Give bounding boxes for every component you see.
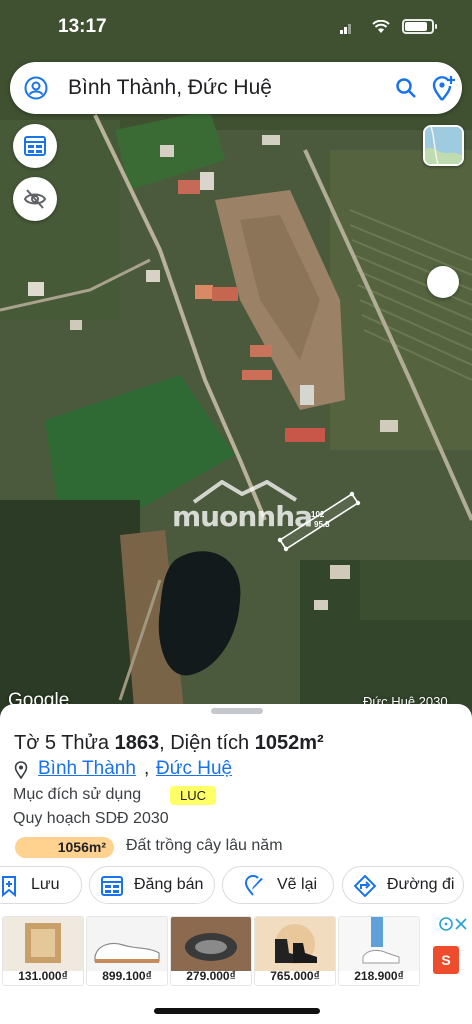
calendar-icon	[24, 136, 46, 156]
parcel-number: 1863	[114, 732, 160, 754]
home-indicator	[154, 1008, 320, 1014]
plan-land-type: Đất trồng cây lâu năm	[126, 837, 283, 854]
ad-item[interactable]: 765.000₫	[254, 916, 336, 986]
ad-choices-icon[interactable]	[438, 916, 468, 932]
ad-item[interactable]: 279.000₫	[170, 916, 252, 986]
listing-icon	[101, 876, 123, 896]
directions-icon	[354, 875, 376, 897]
location-separator: ,	[144, 758, 150, 779]
satellite-map[interactable]: 102 95.8 muonnha Google Đức Huệ 2030 13:…	[0, 0, 472, 722]
hide-overlay-button[interactable]	[13, 177, 57, 221]
sandal-image-icon	[171, 917, 251, 971]
save-button[interactable]: Lưu	[0, 866, 82, 904]
title-prefix: Tờ 5 Thửa	[14, 732, 115, 754]
title-area-label: , Diện tích	[159, 732, 255, 754]
watermark-text: muonnha	[172, 500, 313, 533]
commune-link[interactable]: Bình Thành	[38, 758, 136, 780]
draw-pin-icon	[244, 875, 263, 896]
plan-area-pill: 1056m²	[15, 837, 114, 858]
opacity-slider-handle[interactable]	[427, 266, 459, 298]
search-icon[interactable]	[394, 76, 418, 100]
map-layer-thumbnail-icon	[425, 127, 462, 164]
redraw-label: Vẽ lại	[277, 876, 318, 893]
wifi-icon	[372, 20, 390, 33]
redraw-button[interactable]: Vẽ lại	[222, 866, 334, 904]
battery-level	[405, 22, 428, 31]
calendar-button[interactable]	[13, 124, 57, 168]
plot-side-dimension: 95.8	[314, 520, 330, 529]
ad-item[interactable]: 131.000₫	[2, 916, 84, 986]
parcel-info-sheet: Tờ 5 Thửa 1863, Diện tích 1052m² Bình Th…	[0, 704, 472, 1024]
zoning-plan-label: Quy hoạch SDĐ 2030	[13, 810, 169, 827]
shopee-logo-icon: S	[433, 946, 459, 974]
ad-price: 218.900₫	[354, 969, 404, 983]
sheet-drag-handle[interactable]	[211, 708, 263, 714]
shoe-image-icon	[339, 917, 419, 971]
add-location-icon[interactable]	[430, 74, 456, 102]
product-image-icon	[3, 917, 83, 971]
watermark-logo: muonnha	[172, 480, 313, 533]
directions-button[interactable]: Đường đi	[342, 866, 464, 904]
cellular-signal-icon	[340, 24, 351, 34]
ad-price: 899.100₫	[102, 969, 152, 983]
bookmark-add-icon	[2, 876, 16, 897]
post-for-sale-button[interactable]: Đăng bán	[89, 866, 215, 904]
boots-image-icon	[255, 917, 335, 971]
parcel-area: 1052m²	[254, 732, 324, 754]
land-use-code-badge: LUC	[170, 786, 216, 805]
ad-price: 131.000₫	[18, 969, 68, 983]
action-bar: Lưu Đăng bán Vẽ lại Đường đi	[0, 866, 472, 906]
ad-price: 279.000₫	[186, 969, 236, 983]
search-bar[interactable]: Bình Thành, Đức Huệ	[10, 62, 462, 114]
land-use-label: Mục đích sử dụng	[13, 786, 142, 803]
sneaker-image-icon	[87, 917, 167, 971]
map-layers-button[interactable]	[423, 125, 464, 166]
ad-price: 765.000₫	[270, 969, 320, 983]
post-for-sale-label: Đăng bán	[134, 876, 204, 893]
district-link[interactable]: Đức Huệ	[156, 758, 232, 780]
battery-icon	[402, 19, 437, 34]
ad-item[interactable]: 899.100₫	[86, 916, 168, 986]
account-icon[interactable]	[24, 76, 48, 100]
eye-off-icon	[23, 189, 47, 209]
save-label: Lưu	[31, 876, 60, 893]
ad-banner[interactable]: 131.000₫ 899.100₫ 279.000₫ 765.000₫ 218.…	[0, 912, 472, 992]
status-time: 13:17	[58, 16, 107, 37]
status-bar: 13:17	[0, 0, 472, 52]
parcel-title: Tờ 5 Thửa 1863, Diện tích 1052m²	[14, 732, 324, 755]
search-query[interactable]: Bình Thành, Đức Huệ	[68, 76, 272, 100]
plot-top-dimension: 102	[311, 510, 325, 519]
location-pin-icon	[14, 761, 28, 779]
directions-label: Đường đi	[387, 876, 455, 893]
ad-item[interactable]: 218.900₫	[338, 916, 420, 986]
